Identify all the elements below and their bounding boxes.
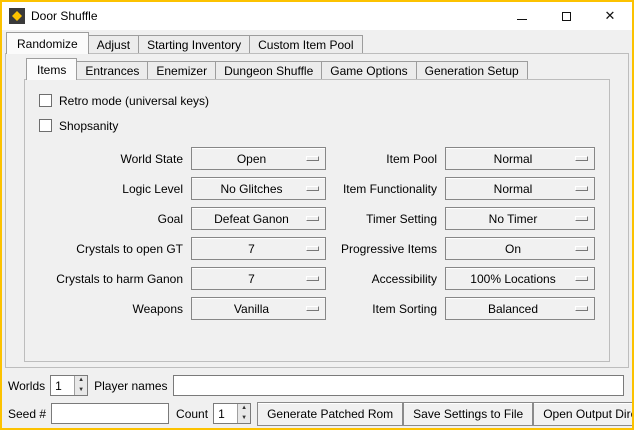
count-value: 1 — [214, 404, 237, 423]
shopsanity-checkbox[interactable] — [39, 119, 52, 132]
worlds-label: Worlds — [8, 379, 45, 393]
dropdown-indicator-icon — [575, 186, 588, 191]
dropdown-indicator-icon — [575, 216, 588, 221]
progressive-items-dropdown[interactable]: On — [445, 237, 595, 260]
tab-adjust[interactable]: Adjust — [88, 35, 139, 53]
spin-up-icon[interactable]: ▲ — [238, 404, 250, 414]
progressive-items-label: Progressive Items — [334, 242, 437, 256]
dropdown-indicator-icon — [306, 186, 319, 191]
worlds-spinbox[interactable]: 1 ▲ ▼ — [50, 375, 88, 396]
item-pool-dropdown[interactable]: Normal — [445, 147, 595, 170]
seed-row: Seed # Count 1 ▲ ▼ Generate Patched Rom … — [8, 401, 626, 426]
logic-level-label: Logic Level — [35, 182, 183, 196]
item-sorting-dropdown[interactable]: Balanced — [445, 297, 595, 320]
options-grid: World State Open Item Pool Normal Logic … — [35, 147, 595, 320]
save-settings-button[interactable]: Save Settings to File — [403, 402, 533, 426]
item-functionality-label: Item Functionality — [334, 182, 437, 196]
items-pane: Retro mode (universal keys) Shopsanity W… — [24, 79, 610, 362]
dropdown-indicator-icon — [306, 156, 319, 161]
retro-mode-label: Retro mode (universal keys) — [59, 94, 209, 108]
tab-entrances[interactable]: Entrances — [76, 61, 148, 79]
window-title: Door Shuffle — [31, 9, 500, 23]
bottom-bar: Worlds 1 ▲ ▼ Player names Seed # Count 1… — [2, 368, 632, 428]
worlds-spin-arrows: ▲ ▼ — [74, 376, 87, 395]
worlds-value: 1 — [51, 376, 74, 395]
dropdown-indicator-icon — [306, 216, 319, 221]
main-tab-bar: Randomize Adjust Starting Inventory Cust… — [2, 30, 632, 53]
shopsanity-label: Shopsanity — [59, 119, 118, 133]
item-sorting-label: Item Sorting — [334, 302, 437, 316]
minimize-icon — [517, 19, 527, 20]
spin-down-icon[interactable]: ▼ — [238, 414, 250, 424]
player-names-label: Player names — [94, 379, 167, 393]
count-label: Count — [176, 407, 208, 421]
maximize-icon — [562, 12, 571, 21]
world-state-label: World State — [35, 152, 183, 166]
caption-buttons: ✕ — [500, 2, 632, 30]
crystals-ganon-dropdown[interactable]: 7 — [191, 267, 326, 290]
accessibility-dropdown[interactable]: 100% Locations — [445, 267, 595, 290]
goal-label: Goal — [35, 212, 183, 226]
shopsanity-row: Shopsanity — [39, 113, 599, 138]
worlds-row: Worlds 1 ▲ ▼ Player names — [8, 373, 626, 398]
retro-mode-checkbox[interactable] — [39, 94, 52, 107]
dropdown-indicator-icon — [306, 276, 319, 281]
timer-setting-label: Timer Setting — [334, 212, 437, 226]
randomize-pane: Items Entrances Enemizer Dungeon Shuffle… — [5, 53, 629, 368]
accessibility-label: Accessibility — [334, 272, 437, 286]
dropdown-indicator-icon — [575, 306, 588, 311]
open-output-directory-button[interactable]: Open Output Directory — [533, 402, 634, 426]
player-names-input[interactable] — [173, 375, 625, 396]
close-icon: ✕ — [605, 8, 616, 24]
sub-tab-bar: Items Entrances Enemizer Dungeon Shuffle… — [6, 56, 628, 79]
tab-generation-setup[interactable]: Generation Setup — [416, 61, 528, 79]
tab-game-options[interactable]: Game Options — [321, 61, 416, 79]
spin-down-icon[interactable]: ▼ — [75, 386, 87, 396]
tab-custom-item-pool[interactable]: Custom Item Pool — [249, 35, 362, 53]
crystals-gt-label: Crystals to open GT — [35, 242, 183, 256]
logic-level-dropdown[interactable]: No Glitches — [191, 177, 326, 200]
world-state-dropdown[interactable]: Open — [191, 147, 326, 170]
dropdown-indicator-icon — [575, 276, 588, 281]
item-functionality-dropdown[interactable]: Normal — [445, 177, 595, 200]
seed-input[interactable] — [51, 403, 169, 424]
dropdown-indicator-icon — [306, 246, 319, 251]
crystals-ganon-label: Crystals to harm Ganon — [35, 272, 183, 286]
close-button[interactable]: ✕ — [588, 2, 632, 30]
count-spinbox[interactable]: 1 ▲ ▼ — [213, 403, 251, 424]
dropdown-indicator-icon — [575, 246, 588, 251]
goal-dropdown[interactable]: Defeat Ganon — [191, 207, 326, 230]
dropdown-indicator-icon — [575, 156, 588, 161]
minimize-button[interactable] — [500, 2, 544, 30]
weapons-dropdown[interactable]: Vanilla — [191, 297, 326, 320]
tab-starting-inventory[interactable]: Starting Inventory — [138, 35, 250, 53]
generate-patched-rom-button[interactable]: Generate Patched Rom — [257, 402, 403, 426]
retro-mode-row: Retro mode (universal keys) — [39, 88, 599, 113]
spin-up-icon[interactable]: ▲ — [75, 376, 87, 386]
item-pool-label: Item Pool — [334, 152, 437, 166]
app-icon — [9, 8, 25, 24]
maximize-button[interactable] — [544, 2, 588, 30]
crystals-gt-dropdown[interactable]: 7 — [191, 237, 326, 260]
tab-items[interactable]: Items — [26, 58, 77, 80]
door-shuffle-window: Door Shuffle ✕ Randomize Adjust Starting… — [0, 0, 634, 430]
dropdown-indicator-icon — [306, 306, 319, 311]
count-spin-arrows: ▲ ▼ — [237, 404, 250, 423]
tab-dungeon-shuffle[interactable]: Dungeon Shuffle — [215, 61, 322, 79]
weapons-label: Weapons — [35, 302, 183, 316]
timer-setting-dropdown[interactable]: No Timer — [445, 207, 595, 230]
tab-randomize[interactable]: Randomize — [6, 32, 89, 54]
seed-label: Seed # — [8, 407, 46, 421]
titlebar: Door Shuffle ✕ — [2, 2, 632, 30]
tab-enemizer[interactable]: Enemizer — [147, 61, 216, 79]
